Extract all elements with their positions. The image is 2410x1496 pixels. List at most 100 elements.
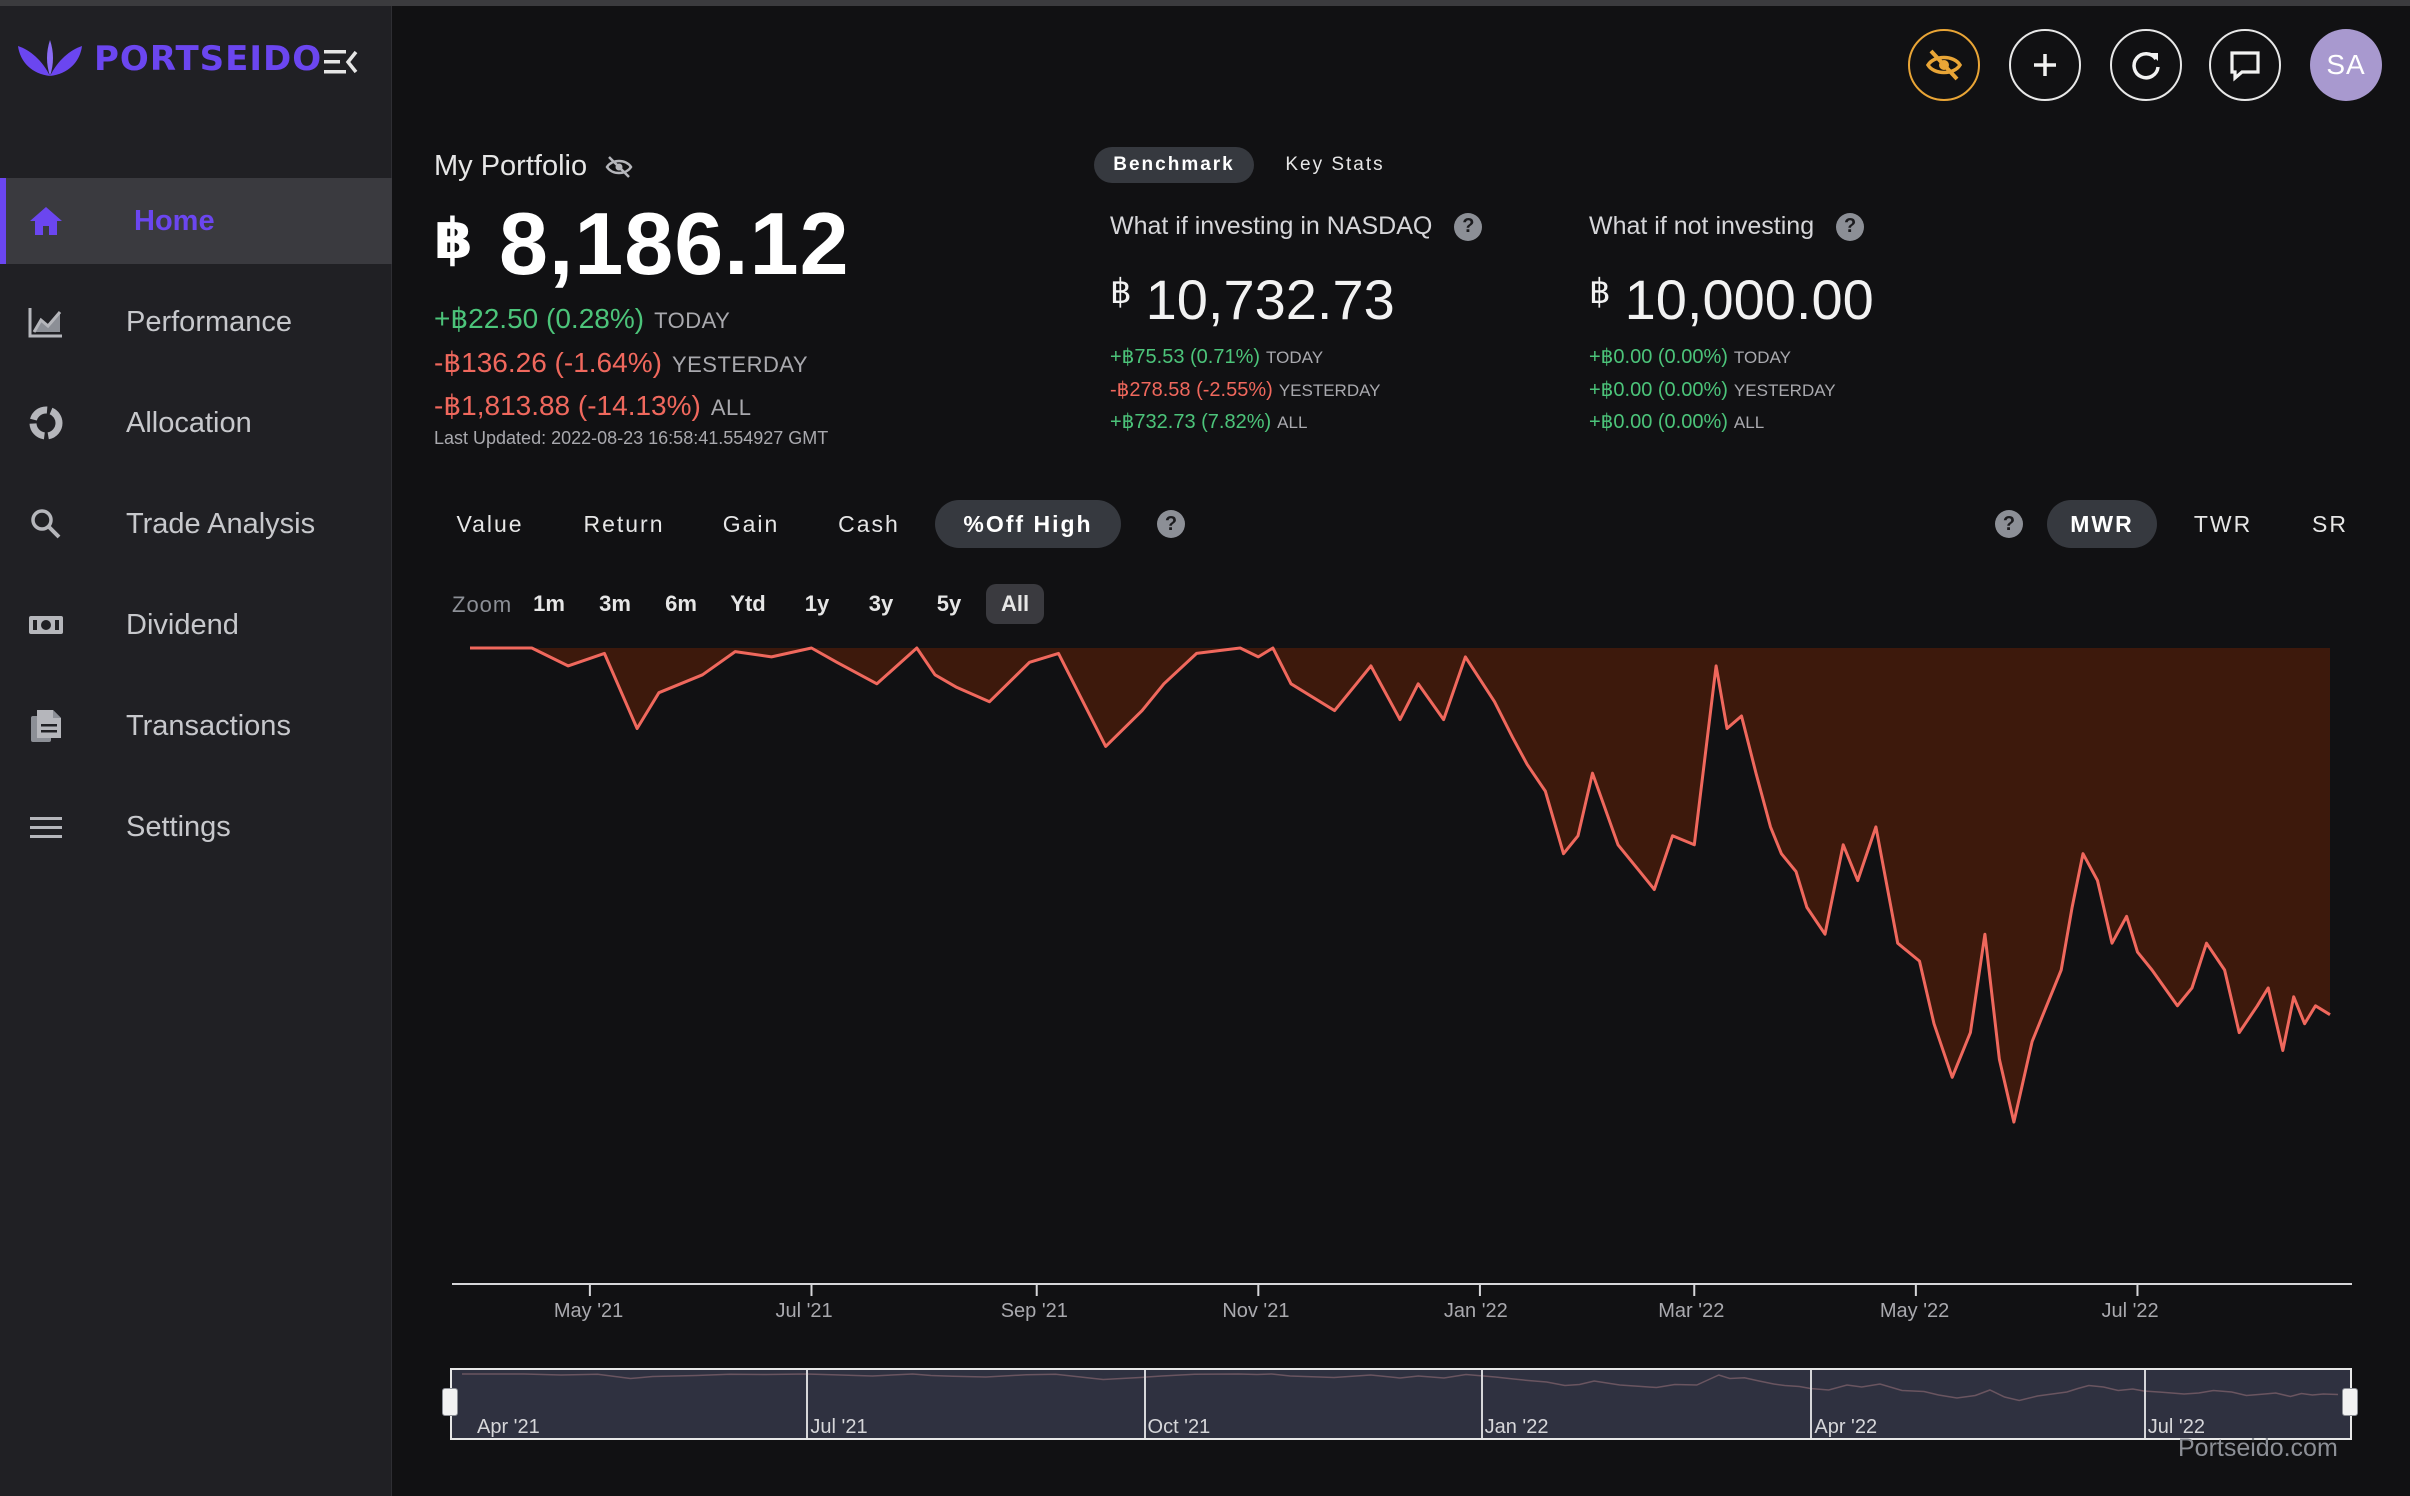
help-icon[interactable]: ? [1836,212,1865,241]
zoom-6m[interactable]: 6m [658,584,704,624]
navigator-left-handle[interactable] [442,1388,458,1416]
sidebar-item-label: Dividend [126,608,239,641]
zoom-5y[interactable]: 5y [926,584,972,624]
change-label: ALL [1277,413,1308,432]
zoom-3m[interactable]: 3m [592,584,638,624]
x-axis-tick-label: Jan '22 [1443,1300,1508,1322]
zoom-ytd[interactable]: Ytd [722,584,774,624]
benchmark-title-text: What if investing in NASDAQ [1110,212,1433,240]
currency-symbol: ฿ [1589,273,1611,311]
x-axis-tick-label: Nov '21 [1222,1300,1290,1322]
tab-return[interactable]: Return [570,500,678,548]
change-label: TODAY [1733,348,1791,367]
x-axis-tick-label: May '22 [1879,1300,1950,1322]
change-label: YESTERDAY [1278,381,1381,400]
change-amount: +฿0.00 (0.00%) [1589,346,1728,368]
benchmark-cash-value: ฿ 10,000.00 [1589,268,1874,332]
feedback-icon [2230,51,2260,82]
x-axis-tick-label: Mar '22 [1658,1300,1725,1322]
change-label: TODAY [1266,348,1324,367]
zoom-1m[interactable]: 1m [526,584,572,624]
benchmark-change-yesterday: +฿0.00 (0.00%) YESTERDAY [1589,377,1836,402]
tab-gain[interactable]: Gain [704,500,798,548]
benchmark-title-text: What if not investing [1589,212,1815,240]
collapse-menu-icon[interactable] [320,44,360,80]
eye-off-icon[interactable] [605,155,633,179]
portfolio-value-amount: 8,186.12 [498,194,850,293]
portfolio-title-text: My Portfolio [434,150,588,182]
change-amount: -฿1,813.88 (-14.13%) [434,390,701,421]
benchmark-change-all: +฿0.00 (0.00%) ALL [1589,409,1764,434]
tab-benchmark[interactable]: Benchmark [1094,147,1254,183]
add-button[interactable] [2009,29,2081,101]
navigator-tick-label: Jul '21 [810,1416,868,1438]
benchmark-change-yesterday: -฿278.58 (-2.55%) YESTERDAY [1110,377,1381,402]
navigator-tick-label: Apr '21 [476,1416,540,1438]
sidebar-item-dividend[interactable]: Dividend [0,582,392,668]
x-axis-tick-label: Sep '21 [1000,1300,1068,1322]
brand-name: PORTSEIDO [94,39,323,79]
tab-sr[interactable]: SR [2290,500,2370,548]
navigator-grid-line [806,1370,809,1438]
portfolio-title: My Portfolio [434,150,633,183]
change-label: TODAY [654,308,731,333]
change-all: -฿1,813.88 (-14.13%) ALL [434,389,752,422]
zoom-all[interactable]: All [986,584,1044,624]
benchmark-value-amount: 10,732.73 [1145,268,1395,331]
app-window: PORTSEIDO Home Performance Allocation Tr… [0,0,2410,1496]
help-icon[interactable]: ? [1454,212,1483,241]
tab-mwr[interactable]: MWR [2047,500,2157,548]
change-yesterday: -฿136.26 (-1.64%) YESTERDAY [434,346,808,379]
sidebar-item-performance[interactable]: Performance [0,279,392,365]
change-amount: +฿0.00 (0.00%) [1589,379,1728,401]
x-axis-tick-label: Jul '21 [775,1300,833,1322]
benchmark-change-today: +฿0.00 (0.00%) TODAY [1589,344,1791,369]
home-icon [30,207,62,235]
sidebar-item-transactions[interactable]: Transactions [0,683,392,769]
tab-cash[interactable]: Cash [822,500,916,548]
sidebar: PORTSEIDO Home Performance Allocation Tr… [0,6,392,1496]
x-axis-tick-label: May '21 [553,1300,624,1322]
avatar[interactable]: SA [2310,29,2382,101]
feedback-button[interactable] [2209,29,2281,101]
tab-twr[interactable]: TWR [2178,500,2268,548]
sidebar-item-allocation[interactable]: Allocation [0,380,392,466]
chart-credit: Portseido.com [2178,1434,2338,1462]
sidebar-item-label: Trade Analysis [126,507,316,540]
navigator-right-handle[interactable] [2342,1388,2358,1416]
zoom-3y[interactable]: 3y [858,584,904,624]
help-icon[interactable]: ? [1157,510,1185,538]
tab-value[interactable]: Value [436,500,544,548]
range-navigator[interactable]: Apr '21 Jul '21 Oct '21 Jan '22 Apr '22 Jul '… [450,1368,2352,1440]
navigator-grid-line [1480,1370,1483,1438]
change-amount: +฿0.00 (0.00%) [1589,411,1728,433]
portseido-logo-icon [18,40,82,76]
change-amount: +฿22.50 (0.28%) [434,303,645,334]
sidebar-item-label: Allocation [126,406,252,439]
change-label: ALL [710,395,752,420]
currency-symbol: ฿ [434,207,473,270]
sidebar-item-label: Settings [126,810,231,843]
cash-icon [29,616,63,634]
change-label: YESTERDAY [671,352,809,377]
help-icon[interactable]: ? [1995,510,2023,538]
tab-key-stats[interactable]: Key Stats [1270,147,1400,183]
sidebar-item-settings[interactable]: Settings [0,784,392,870]
brand[interactable]: PORTSEIDO [16,36,322,82]
off-high-chart[interactable] [440,630,2360,1330]
tab-off-high[interactable]: %Off High [935,500,1121,548]
document-icon [31,710,61,742]
hide-values-button[interactable] [1908,29,1980,101]
zoom-1y[interactable]: 1y [794,584,840,624]
sidebar-item-label: Home [134,204,215,237]
sidebar-item-trade-analysis[interactable]: Trade Analysis [0,481,392,567]
sidebar-item-label: Transactions [126,709,291,742]
eye-off-icon [1925,49,1963,81]
change-amount: -฿278.58 (-2.55%) [1110,379,1273,401]
chart-icon [28,308,62,338]
refresh-button[interactable] [2110,29,2182,101]
sidebar-item-home[interactable]: Home [0,178,392,264]
benchmark-change-all: +฿732.73 (7.82%) ALL [1110,409,1307,434]
navigator-tick-label: Jan '22 [1484,1416,1549,1438]
navigator-grid-line [1143,1370,1146,1438]
